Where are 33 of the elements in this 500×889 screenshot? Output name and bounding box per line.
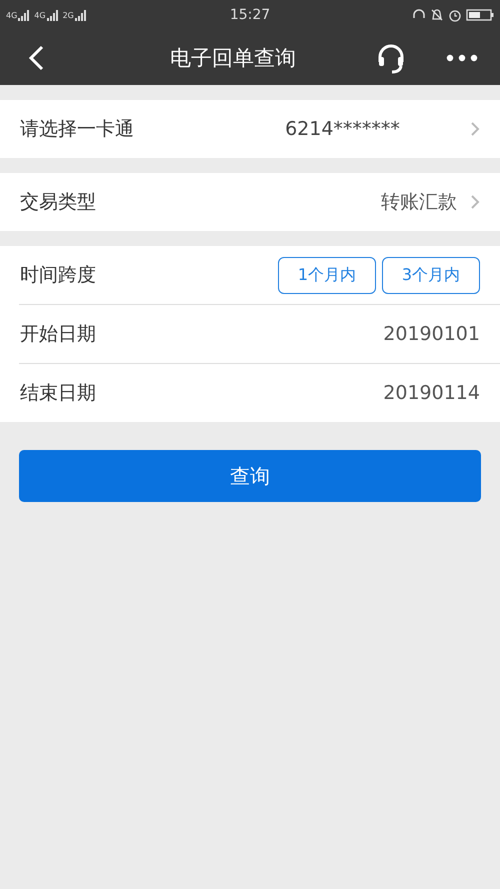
back-icon [28,44,44,70]
signal-icon [18,9,30,21]
page-title: 电子回单查询 [170,44,296,72]
network-label: 4G [34,10,46,20]
row-label: 请选择一卡通 [20,117,134,142]
network-label: 2G [62,10,74,20]
status-time: 15:27 [228,7,272,23]
chevron-icon [470,122,480,136]
back-button[interactable] [28,44,44,70]
range-option[interactable]: 1个月内 [278,256,376,294]
query-button[interactable]: 查询 [19,450,481,502]
bell-icon [430,8,444,22]
date-value[interactable]: 20190114 [383,382,480,404]
network-label: 4G [6,10,18,20]
row-label: 时间跨度 [20,263,96,288]
card-number: 6214******* [284,118,400,140]
more-button[interactable] [446,54,478,62]
date-value[interactable]: 20190101 [383,323,480,345]
more-icon [446,54,478,62]
headset-icon [376,42,406,74]
signal-icon [74,9,87,21]
type-select-row[interactable]: 交易类型 转账汇款 [0,173,500,231]
chevron-icon [471,195,480,209]
battery-icon [466,8,494,22]
row-label: 结束日期 [20,381,96,406]
alarm-icon [448,8,462,22]
headset-button[interactable] [376,42,406,74]
row-value: 转账汇款 [381,190,457,215]
signal-icon [46,9,59,21]
row-label: 交易类型 [20,190,96,215]
range-option[interactable]: 3个月内 [382,256,480,294]
card-select-row[interactable]: 请选择一卡通 6214******* [0,100,500,158]
row-label: 开始日期 [20,322,96,347]
